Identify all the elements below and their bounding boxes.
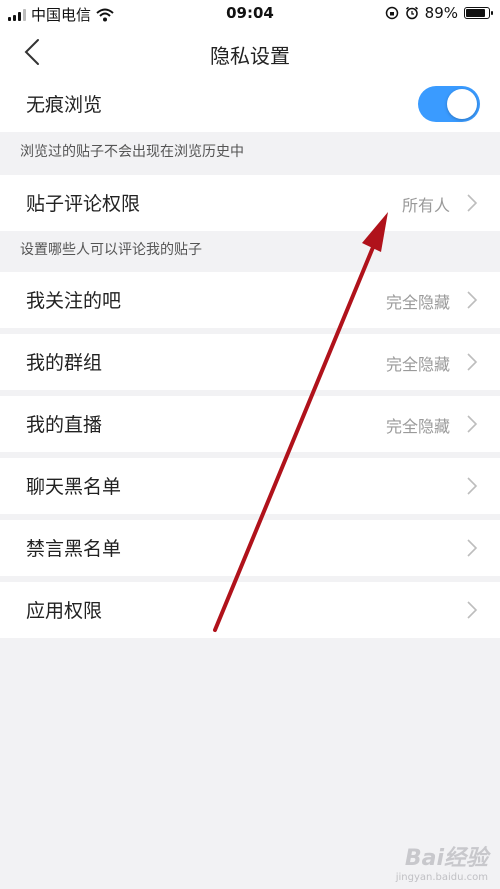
- comment-permission-value: 所有人: [401, 196, 450, 215]
- settings-row-value: 完全隐藏: [385, 417, 450, 436]
- comment-permission-label: 贴子评论权限: [26, 193, 141, 215]
- settings-row-value: 完全隐藏: [385, 355, 450, 374]
- settings-row-label: 应用权限: [26, 600, 103, 622]
- nav-bar: 隐私设置: [0, 28, 500, 76]
- settings-row-label: 我的直播: [26, 414, 103, 436]
- status-bar: 中国电信 09:04 89%: [0, 0, 500, 28]
- battery-icon: [464, 7, 493, 19]
- settings-row-mute-blacklist[interactable]: 禁言黑名单: [0, 520, 500, 576]
- settings-row-my-live[interactable]: 我的直播 完全隐藏: [0, 396, 500, 452]
- chevron-right-icon: [467, 194, 478, 212]
- settings-row-label: 我的群组: [26, 352, 103, 374]
- comment-permission-hint: 设置哪些人可以评论我的贴子: [20, 242, 202, 258]
- settings-row-value: 完全隐藏: [385, 293, 450, 312]
- chevron-right-icon: [467, 415, 478, 433]
- chevron-right-icon: [467, 477, 478, 495]
- settings-row-label: 我关注的吧: [26, 290, 122, 312]
- battery-fill: [466, 9, 485, 17]
- settings-row-my-groups[interactable]: 我的群组 完全隐藏: [0, 334, 500, 390]
- status-right: 89%: [385, 4, 493, 22]
- chevron-right-icon: [467, 291, 478, 309]
- comment-permission-row[interactable]: 贴子评论权限 所有人: [0, 175, 500, 231]
- settings-row-chat-blacklist[interactable]: 聊天黑名单: [0, 458, 500, 514]
- settings-row-followed-bars[interactable]: 我关注的吧 完全隐藏: [0, 272, 500, 328]
- incognito-toggle[interactable]: [418, 86, 480, 122]
- settings-row-label: 禁言黑名单: [26, 538, 122, 560]
- chevron-right-icon: [467, 353, 478, 371]
- settings-row-app-permissions[interactable]: 应用权限: [0, 582, 500, 638]
- orientation-lock-icon: [385, 6, 398, 20]
- incognito-row[interactable]: 无痕浏览: [0, 76, 500, 132]
- watermark-url: jingyan.baidu.com: [395, 872, 488, 883]
- watermark-logo: Bai经验: [404, 846, 488, 871]
- page-title: 隐私设置: [210, 44, 290, 68]
- incognito-hint: 浏览过的贴子不会出现在浏览历史中: [20, 144, 244, 160]
- incognito-label: 无痕浏览: [26, 94, 103, 116]
- battery-percent: 89%: [424, 4, 458, 22]
- settings-row-label: 聊天黑名单: [26, 476, 122, 498]
- watermark: Bai经验 jingyan.baidu.com: [396, 840, 488, 883]
- toggle-knob: [447, 89, 477, 119]
- chevron-right-icon: [467, 601, 478, 619]
- alarm-icon: [405, 6, 418, 20]
- chevron-right-icon: [467, 539, 478, 557]
